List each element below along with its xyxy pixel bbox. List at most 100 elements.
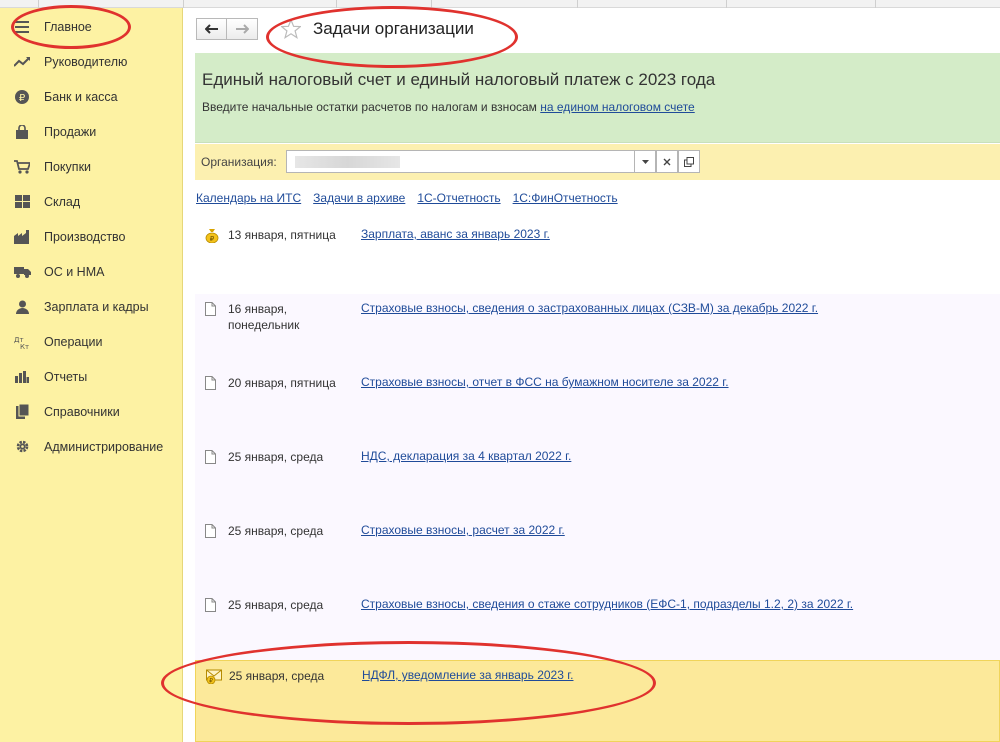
open-form-icon: [684, 156, 694, 167]
sidebar-item-label: Главное: [44, 19, 92, 34]
sidebar-item-operations[interactable]: Дт Кт Операции: [0, 324, 182, 359]
caret-down-icon: [641, 159, 649, 164]
banner-title: Единый налоговый счет и единый налоговый…: [202, 70, 716, 89]
link-1c-reporting[interactable]: 1С-Отчетность: [417, 191, 500, 205]
gear-icon: [0, 439, 44, 454]
sidebar-item-label: ОС и НМА: [44, 264, 105, 279]
organization-bar: Организация:: [195, 144, 1000, 180]
link-1c-finreporting[interactable]: 1С:ФинОтчетность: [513, 191, 618, 205]
sidebar-item-catalogs[interactable]: Справочники: [0, 394, 182, 429]
banner-text: Введите начальные остатки расчетов по на…: [202, 100, 695, 114]
sidebar-item-manager[interactable]: Руководителю: [0, 44, 182, 79]
close-icon: [663, 158, 671, 165]
sidebar-item-purchases[interactable]: Покупки: [0, 149, 182, 184]
task-date: 25 января, среда: [228, 524, 324, 538]
money-bag-icon: ₽: [205, 228, 219, 246]
clear-button[interactable]: [656, 150, 678, 173]
sidebar-item-label: Операции: [44, 334, 103, 349]
forward-button[interactable]: [227, 18, 258, 40]
svg-text:₽: ₽: [210, 235, 215, 243]
bar-chart-icon: [0, 370, 44, 383]
shopping-cart-icon: [0, 159, 44, 174]
banner-link[interactable]: на едином налоговом счете: [540, 100, 694, 114]
page-title: Задачи организации: [313, 19, 474, 38]
ruble-coin-icon: ₽: [0, 89, 44, 104]
sidebar-item-label: Руководителю: [44, 54, 128, 69]
trend-chart-icon: [0, 56, 44, 68]
arrow-left-icon: [204, 24, 218, 34]
sidebar-item-sales[interactable]: Продажи: [0, 114, 182, 149]
sidebar-item-label: Продажи: [44, 124, 97, 139]
task-row: 16 января, понедельник Страховые взносы,…: [195, 294, 1000, 368]
sidebar-item-label: Банк и касса: [44, 89, 118, 104]
sidebar-item-production[interactable]: Производство: [0, 219, 182, 254]
sidebar-item-label: Производство: [44, 229, 126, 244]
task-row: 25 января, среда Страховые взносы, сведе…: [195, 590, 1000, 664]
sidebar-item-warehouse[interactable]: Склад: [0, 184, 182, 219]
document-icon: [205, 302, 216, 319]
svg-text:Кт: Кт: [20, 343, 29, 349]
task-link[interactable]: НДС, декларация за 4 квартал 2022 г.: [361, 449, 571, 463]
task-date: 20 января, пятница: [228, 376, 336, 390]
task-link[interactable]: НДФЛ, уведомление за январь 2023 г.: [362, 668, 573, 682]
document-icon: [205, 450, 216, 467]
info-banner: Единый налоговый счет и единый налоговый…: [195, 53, 1000, 143]
quick-links: Календарь на ИТС Задачи в архиве 1С-Отче…: [196, 191, 618, 205]
sidebar-item-administration[interactable]: Администрирование: [0, 429, 182, 464]
sidebar-item-label: Покупки: [44, 159, 92, 174]
truck-icon: [0, 266, 44, 278]
main-panel: Задачи организации Единый налоговый счет…: [184, 8, 1000, 742]
svg-text:₽: ₽: [209, 678, 213, 685]
top-strip: [0, 0, 1000, 8]
organization-field[interactable]: [286, 150, 651, 173]
sidebar: Главное Руководителю ₽ Банк и касса Прод…: [0, 8, 183, 742]
link-its-calendar[interactable]: Календарь на ИТС: [196, 191, 301, 205]
svg-text:₽: ₽: [19, 93, 26, 104]
task-date: 25 января, среда: [228, 450, 324, 464]
task-date: 25 января, среда: [228, 598, 324, 612]
sidebar-item-label: Справочники: [44, 404, 120, 419]
factory-icon: [0, 229, 44, 244]
task-link[interactable]: Страховые взносы, сведения о застрахован…: [361, 301, 818, 315]
back-button[interactable]: [196, 18, 227, 40]
sidebar-item-label: Отчеты: [44, 369, 88, 384]
task-link[interactable]: Страховые взносы, отчет в ФСС на бумажно…: [361, 375, 729, 389]
task-row: 25 января, среда НДС, декларация за 4 кв…: [195, 442, 1000, 516]
person-icon: [0, 300, 44, 314]
debit-credit-icon: Дт Кт: [0, 335, 44, 349]
task-row: 20 января, пятница Страховые взносы, отч…: [195, 368, 1000, 442]
sidebar-item-label: Администрирование: [44, 439, 164, 454]
task-date: 16 января, понедельник: [228, 302, 300, 332]
hamburger-menu-icon: [0, 20, 44, 33]
document-icon: [205, 376, 216, 393]
history-toolbar: [196, 18, 258, 40]
warehouse-grid-icon: [0, 195, 44, 208]
organization-value-redacted: [295, 156, 400, 168]
sidebar-item-reports[interactable]: Отчеты: [0, 359, 182, 394]
app-window: Главное Руководителю ₽ Банк и касса Прод…: [0, 0, 1000, 742]
organization-label: Организация:: [201, 155, 277, 169]
sidebar-item-bank[interactable]: ₽ Банк и касса: [0, 79, 182, 114]
task-link[interactable]: Страховые взносы, расчет за 2022 г.: [361, 523, 565, 537]
document-icon: [205, 524, 216, 541]
sidebar-item-label: Склад: [44, 194, 81, 209]
arrow-right-icon: [236, 24, 249, 34]
task-row: ₽ 13 января, пятница Зарплата, аванс за …: [195, 220, 1000, 294]
banner-description: Введите начальные остатки расчетов по на…: [202, 100, 537, 114]
sidebar-item-fixed-assets[interactable]: ОС и НМА: [0, 254, 182, 289]
task-date: 13 января, пятница: [228, 228, 336, 242]
task-link[interactable]: Зарплата, аванс за январь 2023 г.: [361, 227, 550, 241]
task-date: 25 января, среда: [229, 669, 325, 683]
sidebar-item-salary[interactable]: Зарплата и кадры: [0, 289, 182, 324]
sidebar-item-main[interactable]: Главное: [0, 9, 182, 44]
open-button[interactable]: [678, 150, 700, 173]
favorite-star-icon[interactable]: [279, 18, 303, 42]
link-archived-tasks[interactable]: Задачи в архиве: [313, 191, 405, 205]
shopping-bag-icon: [0, 124, 44, 139]
task-row: 25 января, среда Страховые взносы, расче…: [195, 516, 1000, 590]
dropdown-button[interactable]: [634, 150, 656, 173]
books-icon: [0, 404, 44, 419]
task-link[interactable]: Страховые взносы, сведения о стаже сотру…: [361, 597, 853, 611]
task-row-selected[interactable]: ₽ 25 января, среда НДФЛ, уведомление за …: [195, 660, 1000, 742]
document-icon: [205, 598, 216, 615]
